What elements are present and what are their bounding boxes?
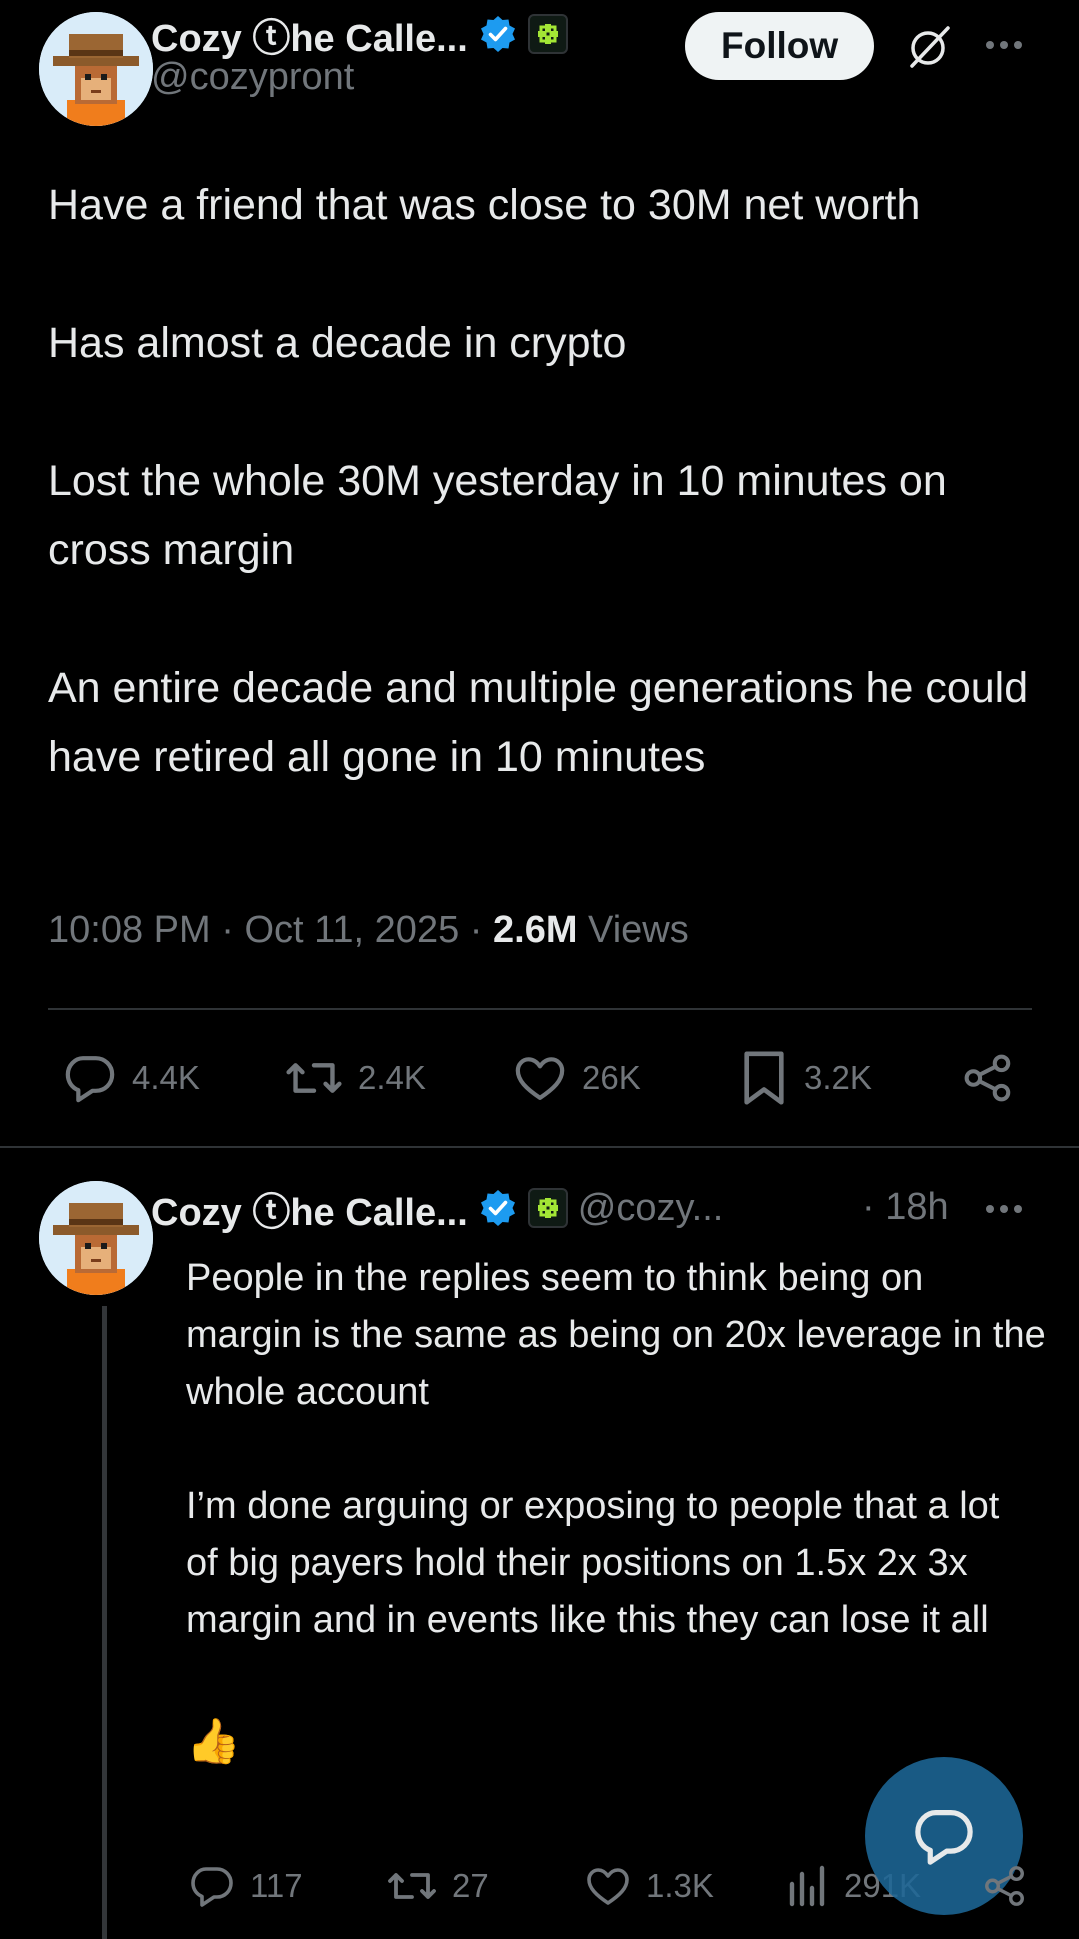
verified-badge-icon: [478, 1188, 518, 1228]
reply-icon: [65, 1056, 115, 1103]
reply-repost-button[interactable]: 27: [386, 1862, 489, 1910]
reply-paragraph: I’m done arguing or exposing to people t…: [186, 1485, 1000, 1641]
share-icon: [985, 1866, 1024, 1906]
reply-paragraph: People in the replies seem to think bein…: [186, 1257, 1046, 1413]
reply-count: 4.4K: [132, 1059, 200, 1096]
compose-reply-icon: [915, 1810, 973, 1865]
reply-reply-button[interactable]: 117: [188, 1862, 303, 1910]
reply-author-name[interactable]: Cozy ⓣhe Calle...: [151, 1181, 468, 1236]
repost-button[interactable]: 2.4K: [284, 1050, 426, 1106]
reply-button[interactable]: 4.4K: [62, 1050, 200, 1106]
like-button[interactable]: 26K: [512, 1050, 641, 1106]
views-icon: [789, 1865, 825, 1907]
reply-age[interactable]: · 18h: [862, 1186, 949, 1229]
reply-repost-count: 27: [452, 1867, 489, 1904]
tweet-body: Have a friend that was close to 30M net …: [48, 171, 1038, 792]
affiliate-badge-icon[interactable]: [527, 1188, 568, 1228]
more-options-icon[interactable]: [982, 30, 1026, 60]
thread-line: [102, 1306, 107, 1939]
verified-badge-icon: [478, 14, 518, 54]
tweet-date[interactable]: Oct 11, 2025: [244, 909, 459, 951]
reply-like-button[interactable]: 1.3K: [584, 1862, 714, 1910]
divider: [48, 1008, 1032, 1010]
like-icon: [587, 1868, 629, 1905]
reply-icon: [191, 1867, 233, 1907]
affiliate-badge-icon[interactable]: [527, 14, 568, 54]
repost-icon: [286, 1063, 342, 1093]
like-count: 26K: [582, 1059, 641, 1096]
bookmark-button[interactable]: 3.2K: [738, 1048, 872, 1108]
share-icon: [964, 1054, 1011, 1102]
repost-icon: [388, 1873, 436, 1899]
tweet-paragraph: An entire decade and multiple generation…: [48, 664, 1029, 781]
section-divider: [0, 1146, 1079, 1148]
author-avatar[interactable]: [39, 12, 153, 126]
author-handle[interactable]: @cozypront: [151, 56, 354, 99]
repost-count: 2.4K: [358, 1059, 426, 1096]
tweet-meta: 10:08 PM · Oct 11, 2025 · 2.6M Views: [48, 909, 689, 951]
tweet-time[interactable]: 10:08 PM: [48, 909, 211, 951]
reply-body: People in the replies seem to think bein…: [186, 1250, 1048, 1772]
reply-reply-count: 117: [250, 1867, 303, 1904]
author-name[interactable]: Cozy ⓣhe Calle...: [151, 7, 468, 62]
tweet-paragraph: Have a friend that was close to 30M net …: [48, 181, 921, 229]
reply-author-avatar[interactable]: [39, 1181, 153, 1295]
grok-icon[interactable]: [904, 22, 954, 72]
reply-like-count: 1.3K: [646, 1867, 714, 1904]
reply-author-handle[interactable]: @cozy...: [578, 1187, 724, 1230]
like-icon: [515, 1057, 565, 1100]
more-options-icon[interactable]: [982, 1202, 1026, 1216]
reply-author-row: Cozy ⓣhe Calle... @cozy...: [151, 1186, 724, 1234]
tweet-paragraph: Has almost a decade in crypto: [48, 319, 627, 367]
tweet-paragraph: Lost the whole 30M yesterday in 10 minut…: [48, 457, 947, 574]
share-button[interactable]: [961, 1050, 1015, 1106]
views-count: 2.6M: [493, 909, 578, 951]
bookmark-count: 3.2K: [804, 1059, 872, 1096]
views-label: Views: [588, 909, 689, 951]
follow-button[interactable]: Follow: [685, 12, 875, 80]
reply-share-button[interactable]: [982, 1862, 1028, 1910]
author-name-row: Cozy ⓣhe Calle...: [151, 12, 568, 60]
bookmark-icon: [744, 1051, 784, 1105]
